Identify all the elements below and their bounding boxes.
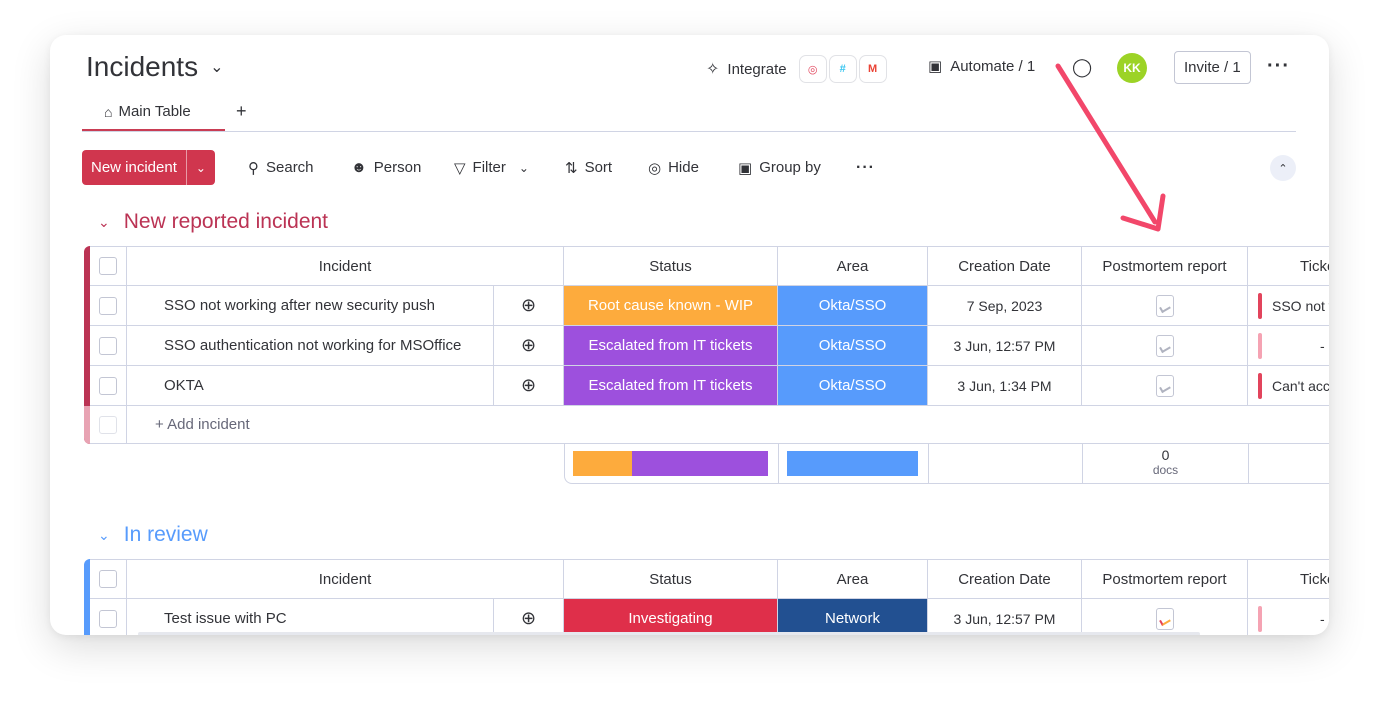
arrow-shaft: [1055, 63, 1158, 225]
annotation-arrow: [1055, 63, 1166, 232]
